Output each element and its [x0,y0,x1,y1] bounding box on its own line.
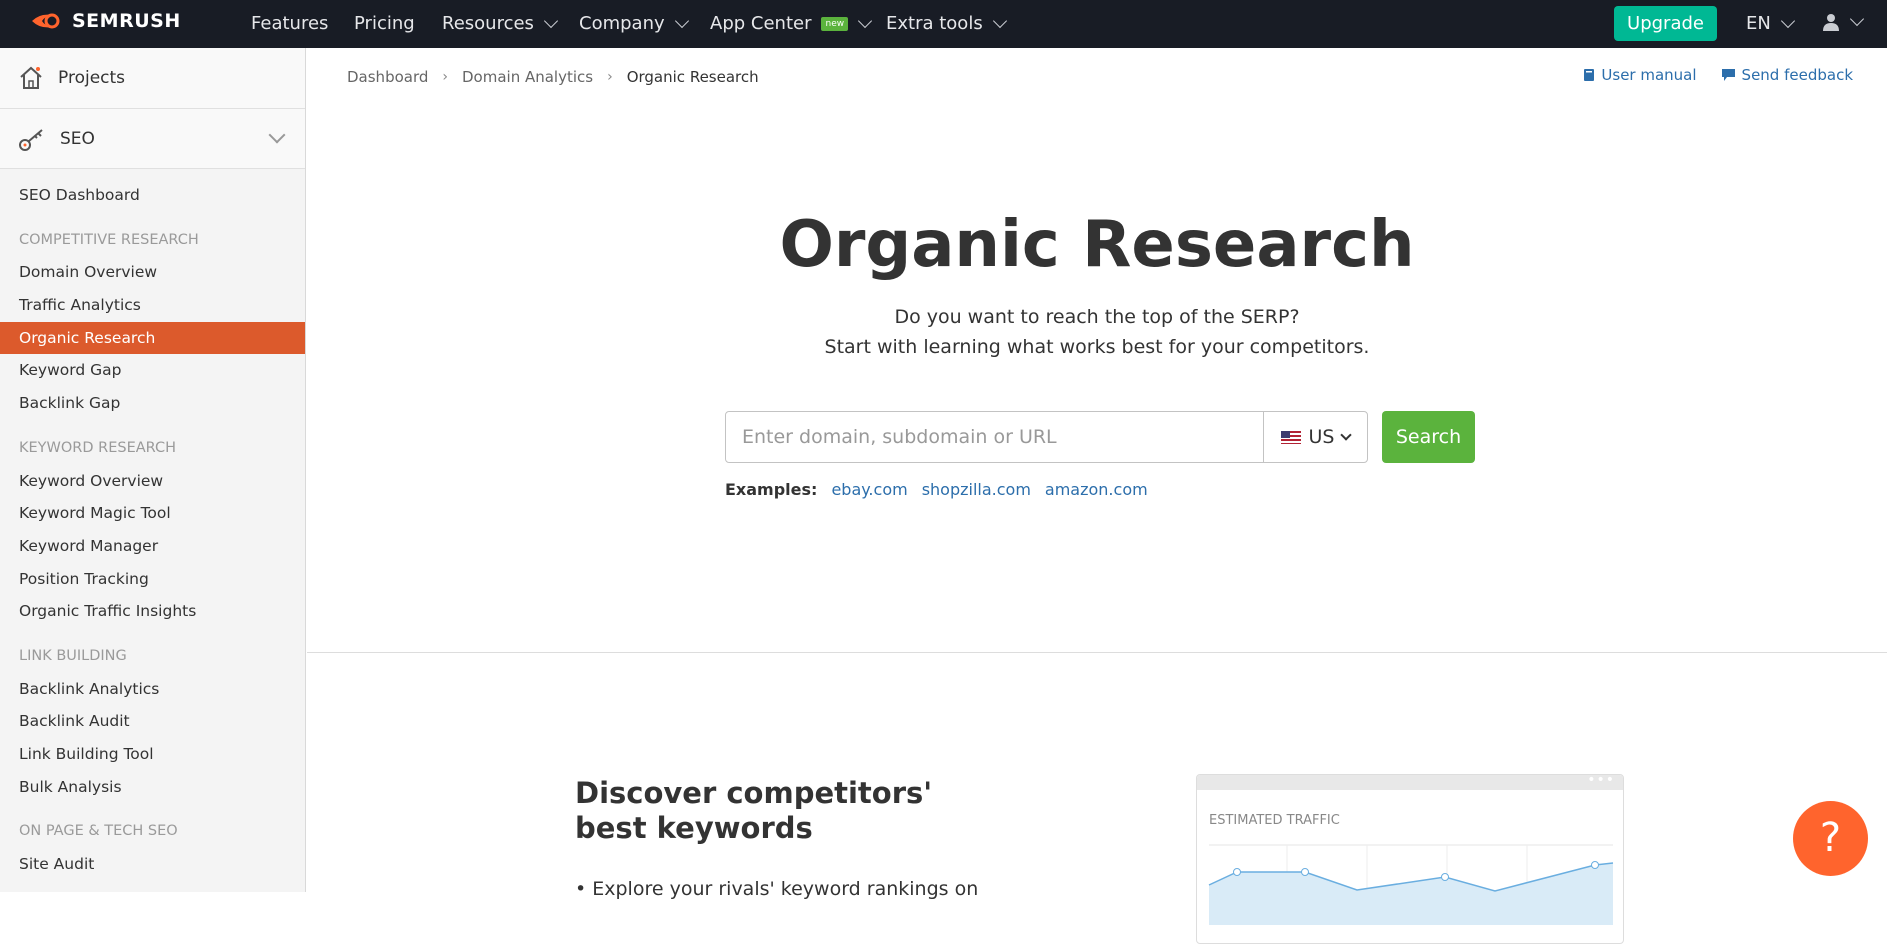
sidebar-item-domain-overview[interactable]: Domain Overview [0,256,305,289]
sidebar: Projects SEO SEO Dashboard COMPETITIVE R… [0,48,306,892]
seo-key-icon [19,128,43,151]
semrush-logo[interactable]: SEMRUSH [30,10,181,32]
traffic-preview-card: ••• ESTIMATED TRAFFIC [1196,774,1624,944]
search-bar: US [725,411,1368,463]
chevron-down-icon [268,126,286,144]
nav-resources-label: Resources [442,13,534,34]
nav-company-label: Company [579,13,665,34]
page-title: Organic Research [779,208,1415,282]
page-subtitle: Do you want to reach the top of the SERP… [307,302,1887,362]
semrush-flame-icon [32,13,60,29]
breadcrumb-domain-analytics[interactable]: Domain Analytics [462,68,593,86]
sidebar-item-keyword-overview[interactable]: Keyword Overview [0,465,305,498]
chevron-right-icon: › [442,69,448,85]
discover-bullet: • Explore your rivals' keyword rankings … [575,878,979,900]
sidebar-seo-label: SEO [60,128,95,149]
chevron-down-icon [674,13,689,28]
book-icon [1584,69,1595,81]
example-link[interactable]: amazon.com [1045,480,1148,499]
top-navbar: SEMRUSH Features Pricing Resources Compa… [0,0,1887,48]
sidebar-item-seo-dashboard[interactable]: SEO Dashboard [0,179,305,212]
upgrade-button[interactable]: Upgrade [1614,6,1717,41]
language-label: EN [1746,13,1771,34]
sidebar-item-site-audit[interactable]: Site Audit [0,848,305,881]
sidebar-menu: SEO Dashboard COMPETITIVE RESEARCH Domai… [0,169,305,881]
sidebar-item-organic-research[interactable]: Organic Research [0,321,305,355]
chevron-down-icon [543,13,559,28]
user-icon [1823,14,1839,31]
sidebar-item-keyword-manager[interactable]: Keyword Manager [0,530,305,563]
traffic-preview-graph [1208,844,1614,925]
sidebar-section-heading: ON PAGE & TECH SEO [19,823,178,840]
database-select[interactable]: US [1263,412,1367,462]
nav-extra-tools[interactable]: Extra tools [886,13,1007,34]
chevron-down-icon [1340,428,1353,441]
sidebar-section-heading: LINK BUILDING [19,647,127,664]
section-divider [307,652,1887,653]
nav-app-center[interactable]: App Center new [710,13,873,34]
nav-extra-tools-label: Extra tools [886,13,983,34]
sidebar-item-traffic-analytics[interactable]: Traffic Analytics [0,289,305,322]
nav-resources[interactable]: Resources [442,13,559,34]
main-content: Dashboard › Domain Analytics › Organic R… [307,48,1887,944]
nav-pricing-label: Pricing [354,13,415,34]
us-flag-icon [1280,430,1301,444]
logo-text: SEMRUSH [72,10,181,32]
example-link[interactable]: ebay.com [831,480,907,499]
sidebar-projects[interactable]: Projects [0,48,305,109]
sidebar-item-organic-traffic-insights[interactable]: Organic Traffic Insights [0,595,305,628]
domain-search-input[interactable] [726,412,1263,462]
nav-features-label: Features [251,13,329,34]
chevron-down-icon [858,13,873,28]
language-select[interactable]: EN [1746,13,1795,34]
sidebar-item-backlink-analytics[interactable]: Backlink Analytics [0,673,305,706]
sidebar-item-keyword-gap[interactable]: Keyword Gap [0,354,305,387]
sidebar-item-link-building-tool[interactable]: Link Building Tool [0,738,305,771]
user-manual-label: User manual [1601,66,1697,84]
examples: Examples: ebay.com shopzilla.com amazon.… [725,480,1148,499]
subtitle-line-1: Do you want to reach the top of the SERP… [894,306,1300,328]
chevron-down-icon [1780,13,1795,28]
chevron-down-icon [992,13,1007,28]
sidebar-section-heading: KEYWORD RESEARCH [19,439,177,456]
send-feedback-label: Send feedback [1741,66,1853,84]
search-button[interactable]: Search [1382,411,1475,463]
subtitle-line-2: Start with learning what works best for … [824,336,1370,358]
sidebar-projects-label: Projects [58,68,126,88]
nav-app-center-label: App Center [710,13,812,34]
nav-pricing[interactable]: Pricing [354,13,415,34]
database-label: US [1308,426,1335,448]
breadcrumb: Dashboard › Domain Analytics › Organic R… [347,68,759,86]
user-manual-link[interactable]: User manual [1583,66,1697,84]
new-badge: new [821,16,849,31]
chevron-down-icon [1849,11,1865,27]
chevron-right-icon: › [607,69,613,85]
send-feedback-link[interactable]: Send feedback [1721,66,1853,84]
sidebar-item-position-tracking[interactable]: Position Tracking [0,563,305,596]
examples-label: Examples: [725,480,818,499]
example-link[interactable]: shopzilla.com [922,480,1031,499]
breadcrumb-dashboard[interactable]: Dashboard [347,68,428,86]
discover-bullet-text: Explore your rivals' keyword rankings on [592,878,979,900]
discover-title: Discover competitors' best keywords [575,776,933,845]
help-links: User manual Send feedback [1583,66,1853,84]
home-icon [20,66,42,89]
nav-features[interactable]: Features [251,13,328,34]
user-menu[interactable] [1822,11,1865,31]
breadcrumb-current: Organic Research [626,68,759,86]
sidebar-item-keyword-magic-tool[interactable]: Keyword Magic Tool [0,497,305,530]
sidebar-section-heading: COMPETITIVE RESEARCH [19,231,199,248]
sidebar-item-backlink-gap[interactable]: Backlink Gap [0,387,305,420]
speech-bubble-icon [1721,69,1735,81]
sidebar-seo[interactable]: SEO [0,109,305,169]
sidebar-item-backlink-audit[interactable]: Backlink Audit [0,705,305,738]
help-button[interactable]: ? [1793,801,1868,876]
nav-company[interactable]: Company [579,13,689,34]
sidebar-item-bulk-analysis[interactable]: Bulk Analysis [0,771,305,804]
